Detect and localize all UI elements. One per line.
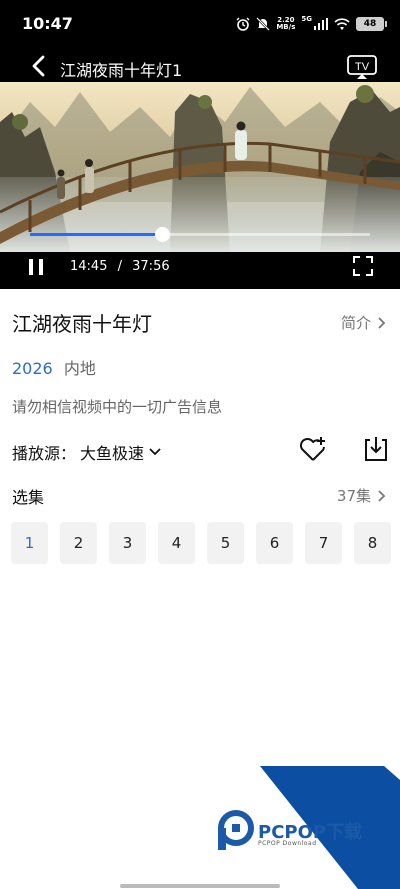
status-bar: 10:47 2.20 MB/s 5G 48	[0, 0, 400, 48]
chevron-right-icon	[378, 489, 386, 502]
video-title: 江湖夜雨十年灯1	[60, 61, 183, 80]
episodes-label: 选集	[12, 488, 45, 507]
source-prefix: 播放源：	[12, 444, 77, 463]
progress-bar[interactable]	[30, 227, 370, 242]
download-icon[interactable]	[362, 434, 390, 464]
episodes-count: 37集	[336, 487, 371, 505]
progress-fill	[30, 233, 163, 236]
intro-link[interactable]: 简介	[341, 312, 386, 333]
home-indicator[interactable]	[120, 884, 280, 888]
episode-button[interactable]: 6	[256, 522, 293, 564]
ad-notice: 请勿相信视频中的一切广告信息	[12, 398, 223, 416]
episode-button[interactable]: 5	[207, 522, 244, 564]
video-frame[interactable]	[0, 82, 400, 252]
battery-level: 48	[363, 19, 377, 29]
status-time: 10:47	[22, 14, 73, 33]
episode-button[interactable]: 3	[109, 522, 146, 564]
battery-indicator: 48	[356, 17, 387, 31]
watermark-sub: PCPOP Download	[258, 840, 317, 847]
episode-button[interactable]: 8	[354, 522, 391, 564]
net-speed-unit: MB/s	[276, 23, 296, 31]
alarm-icon	[236, 17, 250, 31]
video-scene	[0, 82, 400, 252]
time-readout: 14:45 / 37:56	[70, 259, 170, 274]
episode-button[interactable]: 4	[158, 522, 195, 564]
meta-row: 2026 内地	[12, 355, 96, 379]
episode-button[interactable]: 2	[60, 522, 97, 564]
cast-tv-icon[interactable]: TV	[346, 54, 378, 80]
network-type: 5G	[301, 15, 312, 23]
chevron-down-icon	[149, 448, 161, 456]
region: 内地	[63, 359, 96, 378]
release-year: 2026	[12, 359, 53, 378]
mute-bell-icon	[256, 17, 271, 31]
current-time: 14:45	[70, 259, 108, 274]
watermark-logo-icon	[218, 810, 254, 850]
net-speed: 2.20 MB/s	[276, 17, 295, 31]
episode-button[interactable]: 7	[305, 522, 342, 564]
episode-button[interactable]: 1	[11, 522, 48, 564]
video-title-bar: 江湖夜雨十年灯1 TV	[0, 48, 400, 82]
playback-controls: 14:45 / 37:56	[0, 252, 400, 289]
episode-grid: 12345678	[11, 522, 391, 564]
source-name: 大鱼极速	[80, 444, 145, 463]
back-icon[interactable]	[28, 54, 50, 78]
chevron-right-icon	[378, 316, 386, 329]
status-icons: 2.20 MB/s 5G 48	[236, 14, 387, 34]
fullscreen-icon[interactable]	[352, 255, 374, 277]
signal-icon	[314, 18, 328, 30]
episodes-all-link[interactable]: 37集	[337, 485, 386, 506]
source-selector[interactable]: 播放源： 大鱼极速	[12, 440, 162, 464]
wifi-icon	[334, 17, 350, 30]
total-time: 37:56	[132, 259, 170, 274]
favorite-add-icon[interactable]	[298, 434, 328, 464]
time-separator: /	[117, 259, 122, 274]
pause-icon[interactable]	[26, 256, 46, 278]
show-title: 江湖夜雨十年灯	[12, 312, 152, 336]
intro-label: 简介	[340, 314, 371, 332]
cast-tv-label: TV	[355, 61, 370, 73]
